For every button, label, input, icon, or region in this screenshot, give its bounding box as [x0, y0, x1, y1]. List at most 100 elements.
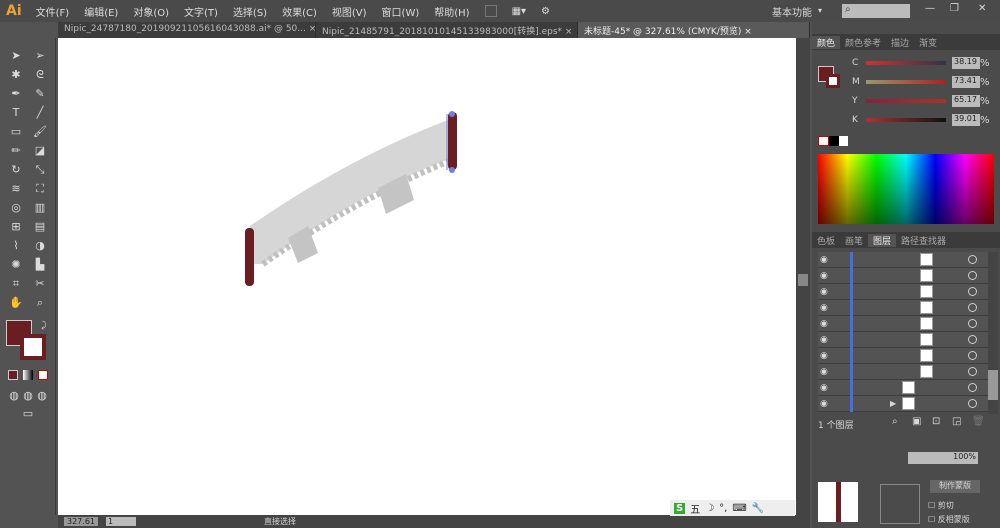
quick-swatches[interactable] — [818, 136, 848, 146]
selection-tool-icon[interactable]: ➤ — [8, 48, 24, 64]
target-circle-icon[interactable] — [968, 287, 977, 296]
eraser-icon[interactable]: ◪ — [32, 143, 48, 159]
eyedropper-icon[interactable]: ⌇ — [8, 238, 24, 254]
direct-selection-tool-icon[interactable]: ➢ — [32, 48, 48, 64]
graph-tool-icon[interactable]: ▙ — [32, 257, 48, 273]
tab-pathfinder[interactable]: 路径查找器 — [896, 234, 951, 247]
delete-layer-icon[interactable]: 🗑 — [972, 416, 985, 427]
layer-row[interactable]: ◉ — [818, 348, 988, 364]
screen-mode-icon[interactable]: ▭ — [18, 406, 38, 422]
lasso-icon[interactable]: ᘓ — [32, 67, 48, 83]
make-mask-button[interactable]: 制作蒙版 — [930, 480, 980, 493]
scale-tool-icon[interactable]: ⤡ — [32, 162, 48, 178]
width-tool-icon[interactable]: ≋ — [8, 181, 24, 197]
moon-icon[interactable]: ☽ — [705, 503, 714, 514]
clipping-mask-icon[interactable]: ▣ — [912, 416, 921, 427]
rectangle-tool-icon[interactable]: ▭ — [8, 124, 24, 140]
free-transform-icon[interactable]: ⛶ — [32, 181, 48, 197]
curvature-tool-icon[interactable]: ✎ — [32, 86, 48, 102]
hand-tool-icon[interactable]: ✋ — [8, 295, 24, 311]
y-value-input[interactable]: 65.17 — [952, 95, 980, 107]
gradient-mode-icon[interactable] — [23, 370, 33, 380]
menu-edit[interactable]: 编辑(E) — [84, 4, 118, 19]
search-input[interactable] — [842, 4, 910, 18]
menu-file[interactable]: 文件(F) — [36, 4, 70, 19]
pen-tool-icon[interactable]: ✒ — [8, 86, 24, 102]
ime-toolbar[interactable]: S 五 ☽ °, ⌨ 🔧 — [670, 500, 795, 516]
menu-type[interactable]: 文字(T) — [184, 4, 218, 19]
paintbrush-icon[interactable]: 🖌 — [32, 124, 48, 140]
stroke-swatch[interactable] — [20, 334, 46, 360]
restore-button[interactable]: ❐ — [950, 3, 959, 14]
layer-row[interactable]: ◉ — [818, 380, 988, 396]
visibility-eye-icon[interactable]: ◉ — [820, 287, 828, 297]
visibility-eye-icon[interactable]: ◉ — [820, 383, 828, 393]
layer-row[interactable]: ◉ — [818, 252, 988, 268]
target-circle-icon[interactable] — [968, 319, 977, 328]
slider-k[interactable]: K 39.01% — [852, 113, 1000, 127]
pencil-icon[interactable]: ✏ — [8, 143, 24, 159]
mask-thumbnail[interactable] — [880, 484, 920, 524]
perspective-grid-icon[interactable]: ▥ — [32, 200, 48, 216]
tab-color-guide[interactable]: 颜色参考 — [840, 36, 886, 49]
slice-tool-icon[interactable]: ✂ — [32, 276, 48, 292]
tab-document-1[interactable]: Nipic_24787180_20190921105616043088.ai* … — [58, 22, 316, 38]
symbol-sprayer-icon[interactable]: ✺ — [8, 257, 24, 273]
target-circle-icon[interactable] — [968, 383, 977, 392]
locate-object-icon[interactable]: ⌕ — [892, 416, 898, 427]
zoom-tool-icon[interactable]: ⌕ — [32, 295, 48, 311]
panel-stroke-swatch[interactable] — [826, 74, 840, 88]
c-value-input[interactable]: 38.19 — [952, 57, 980, 69]
opacity-field[interactable]: 100% — [908, 452, 978, 464]
target-circle-icon[interactable] — [968, 399, 977, 408]
layers-scrollbar[interactable] — [988, 252, 998, 414]
new-sublayer-icon[interactable]: ⊡ — [932, 416, 940, 427]
settings-icon[interactable]: 🔧 — [752, 503, 764, 514]
slider-c[interactable]: C 38.19% — [852, 56, 1000, 70]
visibility-eye-icon[interactable]: ◉ — [820, 335, 828, 345]
target-circle-icon[interactable] — [968, 303, 977, 312]
menu-window[interactable]: 窗口(W) — [382, 4, 420, 19]
tab-gradient[interactable]: 渐变 — [914, 36, 942, 49]
slider-m[interactable]: M 73.41% — [852, 75, 1000, 89]
tab-document-2[interactable]: Nipic_21485791_20181010145133983000[转换].… — [316, 22, 578, 38]
minimize-button[interactable]: — — [925, 3, 935, 14]
rotate-tool-icon[interactable]: ↻ — [8, 162, 24, 178]
shape-builder-icon[interactable]: ◎ — [8, 200, 24, 216]
visibility-eye-icon[interactable]: ◉ — [820, 271, 828, 281]
tab-color[interactable]: 颜色 — [812, 35, 841, 49]
visibility-eye-icon[interactable]: ◉ — [820, 319, 828, 329]
draw-inside-icon[interactable]: ◍ — [34, 388, 50, 404]
zoom-level-field[interactable]: 327.61 — [64, 517, 98, 526]
layer-row[interactable]: ◉ — [818, 268, 988, 284]
visibility-eye-icon[interactable]: ◉ — [820, 351, 828, 361]
visibility-eye-icon[interactable]: ◉ — [820, 255, 828, 265]
visibility-eye-icon[interactable]: ◉ — [820, 367, 828, 377]
sync-icon[interactable]: ⚙ — [541, 6, 550, 17]
menu-help[interactable]: 帮助(H) — [434, 4, 469, 19]
ime-mode-label[interactable]: 五 — [690, 501, 700, 516]
layer-row[interactable]: ◉ — [818, 364, 988, 380]
target-circle-icon[interactable] — [968, 335, 977, 344]
new-layer-icon[interactable]: ◲ — [952, 416, 961, 427]
vertical-scrollbar[interactable] — [796, 38, 810, 515]
tab-stroke[interactable]: 描边 — [886, 36, 914, 49]
tab-brushes[interactable]: 画笔 — [840, 234, 868, 247]
none-mode-icon[interactable] — [38, 370, 48, 380]
type-tool-icon[interactable]: T — [8, 105, 24, 121]
keyboard-icon[interactable]: ⌨ — [732, 503, 746, 514]
tab-swatches[interactable]: 色板 — [812, 234, 840, 247]
k-value-input[interactable]: 39.01 — [952, 114, 980, 126]
arrange-documents-icon[interactable]: ▦▾ — [512, 6, 526, 17]
scroll-thumb[interactable] — [798, 274, 808, 286]
artboard-canvas[interactable] — [58, 38, 796, 515]
artboard-tool-icon[interactable]: ⌗ — [8, 276, 24, 292]
m-value-input[interactable]: 73.41 — [952, 76, 980, 88]
color-spectrum[interactable] — [818, 154, 994, 224]
visibility-eye-icon[interactable]: ◉ — [820, 303, 828, 313]
target-circle-icon[interactable] — [968, 255, 977, 264]
layer-row[interactable]: ◉ — [818, 284, 988, 300]
slider-y[interactable]: Y 65.17% — [852, 94, 1000, 108]
line-tool-icon[interactable]: ╱ — [32, 105, 48, 121]
blend-tool-icon[interactable]: ◑ — [32, 238, 48, 254]
